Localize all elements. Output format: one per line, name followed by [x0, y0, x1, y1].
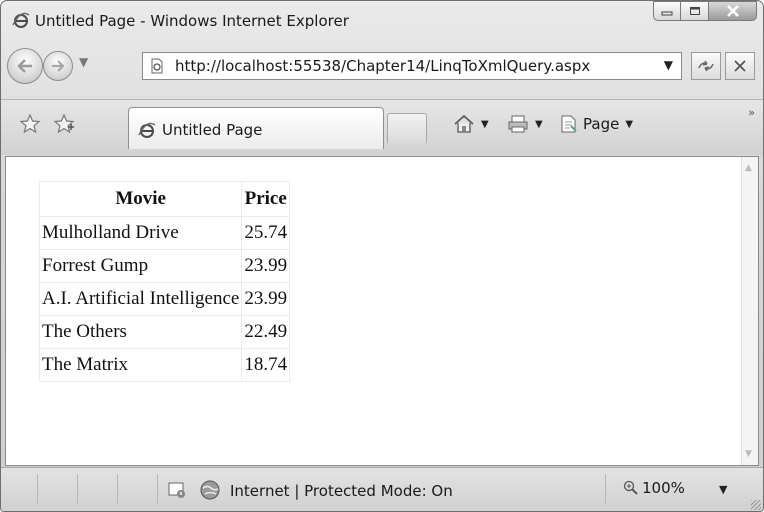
blocked-content-icon[interactable] — [167, 480, 187, 500]
navigation-bar: ▼ http://localhost:55538/Chapter14/LinqT… — [1, 45, 763, 91]
scroll-down-arrow-icon[interactable]: ▼ — [745, 449, 752, 459]
status-bar: Internet | Protected Mode: On 100% ▼ — [1, 467, 763, 511]
price-cell: 25.74 — [241, 216, 291, 250]
recent-pages-dropdown-icon[interactable]: ▼ — [79, 55, 88, 69]
caption-buttons — [653, 1, 757, 23]
table-row: A.I. Artificial Intelligence 23.99 — [38, 282, 291, 316]
page-menu-button[interactable]: Page ▼ — [559, 112, 633, 136]
vertical-scrollbar[interactable]: ▲ ▼ — [741, 157, 758, 465]
price-cell: 23.99 — [241, 282, 291, 316]
internet-globe-icon[interactable] — [199, 479, 221, 501]
status-segment — [1, 474, 38, 504]
page-menu-icon — [561, 115, 577, 133]
status-segment — [117, 474, 158, 504]
status-divider — [605, 474, 606, 504]
movie-cell: Mulholland Drive — [38, 216, 243, 250]
movie-cell: The Others — [38, 315, 243, 349]
table-header-row: Movie Price — [38, 181, 291, 217]
table-row: The Others 22.49 — [38, 315, 291, 349]
back-button[interactable] — [7, 48, 43, 84]
status-segment — [77, 474, 118, 504]
movie-cell: Forrest Gump — [38, 249, 243, 283]
browser-window: Untitled Page - Windows Internet Explore… — [0, 0, 764, 512]
print-icon — [508, 115, 528, 133]
price-cell: 22.49 — [241, 315, 291, 349]
home-dropdown-icon[interactable]: ▼ — [481, 119, 489, 130]
price-cell: 18.74 — [241, 348, 291, 382]
movie-cell: A.I. Artificial Intelligence — [38, 282, 243, 316]
close-button[interactable] — [709, 1, 757, 21]
tab-bar: Untitled Page ▼ ▼ Page ▼ » — [1, 99, 763, 155]
page-menu-label: Page — [583, 115, 620, 133]
column-header-price: Price — [241, 181, 291, 217]
movie-cell: The Matrix — [38, 348, 243, 382]
minimize-button[interactable] — [653, 1, 681, 21]
add-favorites-icon[interactable] — [53, 113, 75, 135]
security-zone-text: Internet | Protected Mode: On — [230, 482, 453, 500]
home-icon — [454, 114, 474, 133]
column-header-movie: Movie — [38, 181, 243, 217]
ie-page-icon — [138, 122, 156, 138]
table-row: Forrest Gump 23.99 — [38, 249, 291, 283]
forward-button[interactable] — [43, 51, 73, 81]
scroll-up-arrow-icon[interactable]: ▲ — [745, 163, 752, 173]
minimize-icon — [661, 11, 673, 16]
refresh-button[interactable] — [691, 52, 721, 80]
ie-logo-icon — [12, 12, 30, 28]
tab-untitled-page[interactable]: Untitled Page — [128, 107, 384, 149]
title-bar[interactable]: Untitled Page - Windows Internet Explore… — [1, 1, 763, 39]
print-dropdown-icon[interactable]: ▼ — [535, 119, 543, 130]
address-dropdown-icon[interactable]: ▼ — [664, 58, 673, 72]
resize-grip[interactable] — [751, 500, 761, 510]
stop-icon — [734, 60, 746, 72]
forward-arrow-icon — [52, 60, 65, 72]
price-cell: 23.99 — [241, 249, 291, 283]
address-bar[interactable]: http://localhost:55538/Chapter14/LinqToX… — [142, 52, 682, 80]
window-title: Untitled Page - Windows Internet Explore… — [35, 12, 349, 30]
address-url: http://localhost:55538/Chapter14/LinqToX… — [175, 57, 591, 75]
home-button[interactable]: ▼ — [453, 112, 489, 136]
maximize-icon — [689, 7, 700, 15]
new-tab-button[interactable] — [387, 113, 427, 143]
page-content: Movie Price Mulholland Drive 25.74 Forre… — [5, 156, 759, 466]
back-arrow-icon — [17, 59, 32, 73]
stop-button[interactable] — [725, 52, 755, 80]
close-icon — [726, 5, 739, 17]
movie-price-table: Movie Price Mulholland Drive 25.74 Forre… — [38, 181, 291, 382]
more-commands-chevron-icon[interactable]: » — [748, 106, 755, 119]
status-segment — [37, 474, 78, 504]
table-row: The Matrix 18.74 — [38, 348, 291, 382]
refresh-icon — [698, 60, 714, 72]
table-row: Mulholland Drive 25.74 — [38, 216, 291, 250]
tab-label: Untitled Page — [162, 121, 263, 139]
print-button[interactable]: ▼ — [507, 112, 543, 136]
zoom-dropdown-icon[interactable]: ▼ — [719, 483, 727, 496]
page-icon — [151, 58, 163, 74]
maximize-button[interactable] — [681, 1, 709, 21]
page-dropdown-icon: ▼ — [625, 118, 634, 130]
zoom-level-button[interactable]: 100% — [623, 479, 685, 497]
zoom-magnifier-icon — [623, 480, 638, 495]
favorites-star-icon[interactable] — [19, 113, 41, 135]
zoom-level: 100% — [642, 479, 685, 497]
